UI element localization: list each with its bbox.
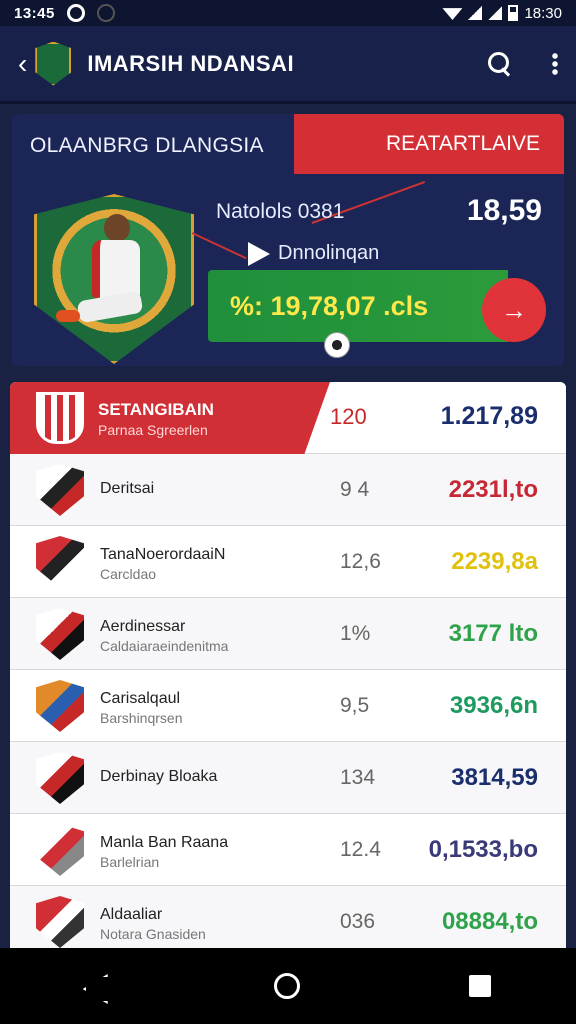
nav-recent-icon[interactable]	[469, 975, 492, 997]
table-row[interactable]: Carisalqaul Barshinqrsen 9,5 3936,6n	[10, 670, 566, 742]
team-name: Deritsai	[100, 480, 155, 497]
team-value: 3814,59	[451, 764, 538, 791]
app-logo-icon	[35, 41, 72, 86]
hero-stat-band: %: 19,78,07 .cls	[208, 270, 508, 342]
list-header-row[interactable]: SETANGIBAIN Parnaa Sgreerlen 120 1.217,8…	[10, 382, 566, 454]
team-name: Derbinay Bloaka	[100, 768, 218, 785]
team-number: 134	[340, 766, 376, 789]
team-name: Aldaaliar	[100, 906, 163, 923]
team-name: Manla Ban Raana	[100, 834, 229, 851]
team-crest-icon	[36, 752, 84, 804]
more-vert-icon[interactable]	[552, 51, 558, 76]
team-number: 1%	[340, 622, 371, 645]
nav-home-icon[interactable]	[273, 973, 300, 999]
team-number: 9 4	[340, 478, 370, 501]
table-row[interactable]: Aldaaliar Notara Gnasiden 036 08884,to	[10, 886, 566, 948]
nav-back-icon[interactable]	[85, 974, 105, 998]
player-image	[56, 214, 160, 354]
wifi-icon	[442, 8, 463, 20]
team-subtitle: Barshinqrsen	[100, 710, 183, 726]
header-number: 120	[330, 404, 367, 429]
team-name: Aerdinessar	[100, 618, 186, 635]
team-number: 036	[340, 910, 376, 933]
team-value: 2231l,to	[448, 476, 538, 503]
football-icon	[324, 332, 350, 358]
status-time: 13:45	[14, 4, 55, 22]
team-crest-icon	[36, 680, 84, 732]
table-row[interactable]: Aerdinessar Caldaiaraeindenitma 1% 3177 lto	[10, 598, 566, 670]
hero-sublabel: Dnnolinqan	[278, 242, 380, 264]
app-title: IMARSIH NDANSAI	[87, 50, 295, 76]
table-row[interactable]: Derbinay Bloaka 134 3814,59	[10, 742, 566, 814]
team-name: Carisalqaul	[100, 690, 181, 707]
hero-label: Natolols 0381	[216, 200, 345, 223]
status-clock: 18:30	[524, 4, 562, 22]
search-icon[interactable]	[488, 51, 512, 76]
battery-icon	[508, 5, 519, 21]
app-bar: ‹ IMARSIH NDANSAI	[0, 26, 576, 104]
table-row[interactable]: Deritsai 9 4 2231l,to	[10, 454, 566, 526]
signal-icon	[488, 6, 503, 20]
team-subtitle: Notara Gnasiden	[100, 926, 206, 942]
team-name: TanaNoerordaaiN	[100, 546, 226, 563]
team-value: 3936,6n	[449, 692, 538, 719]
status-bar: 13:45 18:30	[0, 0, 576, 26]
team-number: 12,6	[340, 550, 381, 573]
hero-title: OLAANBRG DLANGSIA	[30, 134, 264, 157]
table-row[interactable]: Manla Ban Raana Barlelrian 12.4 0,1533,bo	[10, 814, 566, 886]
team-value: 2239,8a	[451, 548, 538, 575]
team-value: 3177 lto	[448, 620, 538, 647]
play-icon[interactable]	[248, 242, 270, 266]
system-nav-bar	[0, 948, 576, 1024]
header-subtitle: Parnaa Sgreerlen	[98, 422, 208, 438]
standings-list: SETANGIBAIN Parnaa Sgreerlen 120 1.217,8…	[10, 382, 566, 948]
connector-line	[191, 232, 247, 260]
arrow-right-button[interactable]: →	[482, 278, 546, 342]
team-crest-icon	[36, 464, 84, 516]
notification-icon	[96, 4, 115, 22]
team-subtitle: Caldaiaraeindenitma	[100, 638, 229, 654]
header-title: SETANGIBAIN	[98, 400, 214, 419]
team-crest-icon	[36, 536, 84, 588]
hero-card[interactable]: OLAANBRG DLANGSIA REATARTLAIVE Natolols …	[12, 114, 564, 366]
hero-value: 18,59	[466, 194, 542, 227]
table-row[interactable]: TanaNoerordaaiN Carcldao 12,6 2239,8a	[10, 526, 566, 598]
team-subtitle: Barlelrian	[100, 854, 160, 870]
header-value: 1.217,89	[440, 402, 538, 430]
team-value: 0,1533,bo	[428, 836, 538, 863]
team-number: 9,5	[340, 694, 370, 717]
team-number: 12.4	[340, 838, 381, 861]
team-subtitle: Carcldao	[100, 566, 157, 582]
team-crest-icon	[36, 896, 84, 948]
team-crest-icon	[36, 824, 84, 876]
team-value: 08884,to	[441, 908, 538, 935]
team-crest-icon	[36, 608, 84, 660]
signal-icon	[468, 6, 483, 20]
hero-badge[interactable]: REATARTLAIVE	[294, 114, 564, 174]
back-arrow-icon[interactable]: ‹	[18, 48, 27, 80]
notification-icon	[66, 4, 85, 22]
team-crest-icon	[36, 392, 84, 444]
